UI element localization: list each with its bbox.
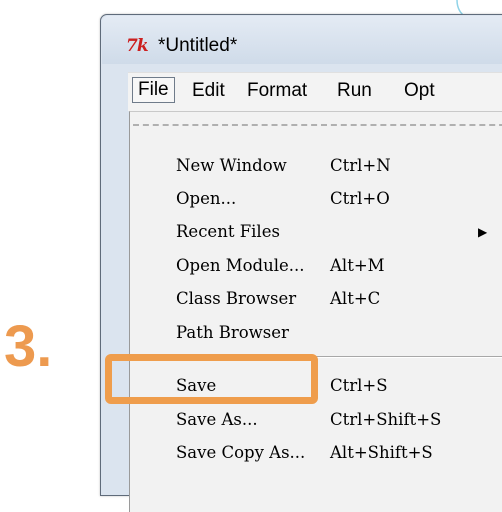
menu-bar: File Edit Format Run Opt	[128, 72, 502, 111]
menu-options[interactable]: Opt	[404, 79, 435, 103]
menu-item-save-copy-as[interactable]: Save Copy As... Alt+Shift+S	[130, 437, 502, 469]
menu-item-path-browser[interactable]: Path Browser	[130, 317, 502, 349]
menu-item-label: Path Browser	[176, 323, 289, 342]
menu-item-label: Class Browser	[176, 289, 297, 308]
menu-item-recent-files[interactable]: Recent Files ▶	[130, 216, 502, 248]
menu-item-shortcut: Alt+Shift+S	[330, 443, 433, 462]
idle-editor-window: 7k *Untitled* File Edit Format Run Opt N…	[100, 14, 502, 512]
tk-feather-icon: 7k	[126, 36, 149, 56]
menu-item-class-browser[interactable]: Class Browser Alt+C	[130, 283, 502, 315]
menu-item-shortcut: Ctrl+S	[330, 376, 388, 395]
menu-item-new-window[interactable]: New Window Ctrl+N	[130, 150, 502, 182]
window-title: *Untitled*	[158, 35, 238, 56]
menu-edit[interactable]: Edit	[192, 79, 225, 103]
menu-item-shortcut: Alt+C	[330, 289, 381, 308]
menu-item-label: New Window	[176, 156, 287, 175]
menu-item-shortcut: Ctrl+N	[330, 156, 391, 175]
menu-item-open[interactable]: Open... Ctrl+O	[130, 183, 502, 215]
file-menu-dropdown: New Window Ctrl+N Open... Ctrl+O Recent …	[129, 111, 502, 512]
menu-format[interactable]: Format	[247, 79, 307, 103]
menu-item-label: Open...	[176, 189, 237, 208]
menu-item-save-as[interactable]: Save As... Ctrl+Shift+S	[130, 404, 502, 436]
menu-item-shortcut: Alt+M	[330, 256, 385, 275]
menu-item-label: Save Copy As...	[176, 443, 306, 462]
menu-file[interactable]: File	[132, 77, 175, 103]
tearoff-line[interactable]	[133, 124, 502, 126]
step-number: 3.	[4, 314, 53, 379]
menu-run[interactable]: Run	[337, 79, 372, 103]
triangle-right-icon: ▶	[478, 225, 488, 239]
title-bar[interactable]: 7k *Untitled*	[102, 16, 502, 64]
menu-item-label: Open Module...	[176, 256, 305, 275]
menu-item-label: Recent Files	[176, 222, 280, 241]
save-highlight-box	[105, 354, 318, 404]
menu-item-open-module[interactable]: Open Module... Alt+M	[130, 250, 502, 282]
menu-item-shortcut: Ctrl+Shift+S	[330, 410, 442, 429]
menu-item-label: Save As...	[176, 410, 258, 429]
menu-item-shortcut: Ctrl+O	[330, 189, 390, 208]
